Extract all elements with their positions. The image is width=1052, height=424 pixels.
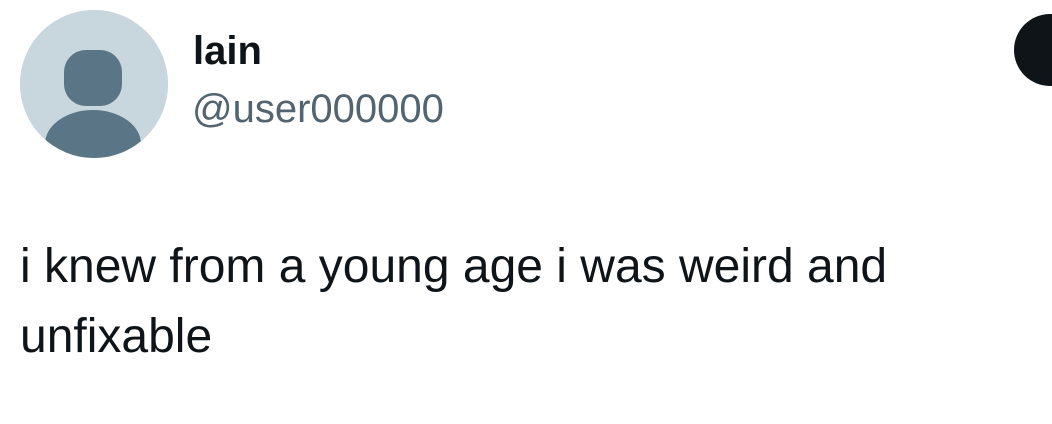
tweet-text: i knew from a young age i was weird and … [20,240,888,363]
follow-button[interactable] [1014,14,1052,86]
author-display-name[interactable]: lain [193,27,262,75]
author-handle[interactable]: @user000000 [192,85,444,133]
tweet-card: lain @user000000 i knew from a young age… [0,0,1052,424]
default-avatar-icon [20,10,168,158]
avatar[interactable] [20,10,168,158]
